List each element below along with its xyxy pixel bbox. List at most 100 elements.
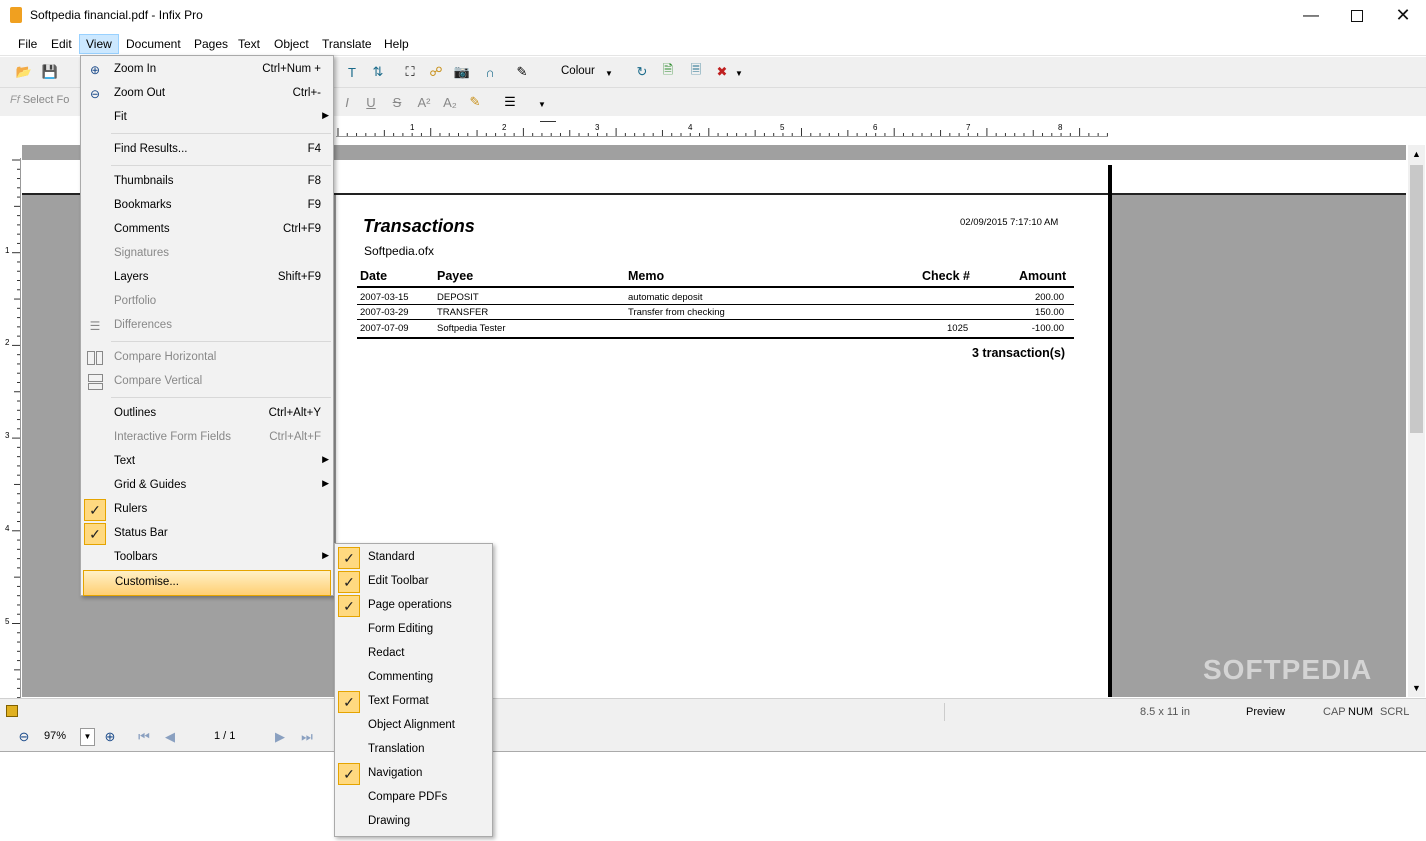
view-mode: Preview	[1246, 706, 1286, 718]
menu-label: Page operations	[368, 599, 452, 611]
scrollbar-thumb[interactable]	[1410, 165, 1423, 433]
menu-text[interactable]: Text	[232, 35, 266, 53]
menu-view[interactable]: View	[79, 34, 119, 54]
toolbar-object-alignment[interactable]: Object Alignment	[335, 714, 492, 738]
magnet-icon[interactable]: ∩	[480, 62, 500, 82]
menu-outlines[interactable]: Outlines Ctrl+Alt+Y	[81, 402, 333, 426]
cell-amount: -100.00	[1031, 323, 1064, 334]
ruler-label: 1	[5, 246, 10, 255]
colour-dropdown-icon[interactable]: ▼	[605, 69, 613, 78]
strikethrough-icon[interactable]: S	[387, 92, 407, 112]
menu-toolbars[interactable]: Toolbars ▶	[81, 546, 333, 570]
toolbar-redact[interactable]: Redact	[335, 642, 492, 666]
first-page-icon[interactable]: ⏮	[134, 727, 154, 747]
refresh-page-icon[interactable]: ↻	[632, 62, 652, 82]
menu-customise[interactable]: Customise...	[83, 570, 331, 596]
menu-compare-horizontal: Compare Horizontal	[81, 346, 333, 370]
previous-page-icon[interactable]: ◀	[160, 727, 180, 747]
menu-grid-guides[interactable]: Grid & Guides ▶	[81, 474, 333, 498]
menu-document[interactable]: Document	[120, 35, 187, 53]
menu-separator	[111, 165, 331, 166]
toolbar-edit[interactable]: ✓ Edit Toolbar	[335, 570, 492, 594]
scroll-up-icon[interactable]: ▲	[1412, 149, 1421, 159]
toolbar-drawing[interactable]: Drawing	[335, 810, 492, 834]
menu-status-bar[interactable]: ✓ Status Bar	[81, 522, 333, 546]
crop-icon[interactable]: ⛶	[400, 62, 420, 82]
more-dropdown-icon[interactable]: ▼	[735, 69, 743, 78]
delete-page-icon[interactable]: ✖	[712, 62, 732, 82]
maximize-button[interactable]	[1334, 0, 1380, 31]
line-style-icon[interactable]: ☰	[500, 92, 520, 112]
zoom-out-icon[interactable]: ⊖	[14, 727, 34, 747]
col-date: Date	[360, 269, 388, 283]
menu-fit[interactable]: Fit ▶	[81, 106, 333, 130]
close-button[interactable]: ✕	[1380, 0, 1426, 31]
menu-file[interactable]: File	[12, 35, 43, 53]
col-check: Check #	[922, 269, 970, 283]
menu-comments[interactable]: Comments Ctrl+F9	[81, 218, 333, 242]
toolbar-navigation[interactable]: ✓ Navigation	[335, 762, 492, 786]
superscript-icon[interactable]: A²	[414, 92, 434, 112]
text-flow-icon[interactable]: ⇅	[368, 62, 388, 82]
caps-indicator: CAP	[1323, 706, 1346, 718]
page-shadow	[1108, 165, 1112, 697]
menu-layers[interactable]: Layers Shift+F9	[81, 266, 333, 290]
insert-page-icon[interactable]: 🗎	[658, 62, 678, 82]
last-page-icon[interactable]: ⏭	[297, 727, 317, 747]
checkmark-icon: ✓	[338, 547, 360, 569]
link-icon[interactable]: ☍	[426, 62, 446, 82]
text-tool-icon[interactable]: T	[342, 62, 362, 82]
watermark: SOFTPEDIA	[1203, 654, 1373, 685]
menu-label: Text	[114, 455, 136, 467]
cell-payee: Softpedia Tester	[437, 323, 506, 334]
vertical-scrollbar[interactable]: ▲ ▼	[1408, 145, 1425, 697]
status-divider	[944, 703, 945, 721]
menu-bookmarks[interactable]: Bookmarks F9	[81, 194, 333, 218]
ruler-label: 5	[5, 617, 10, 626]
menu-translate[interactable]: Translate	[316, 35, 378, 53]
subscript-icon[interactable]: A₂	[440, 92, 460, 112]
menu-rulers[interactable]: ✓ Rulers	[81, 498, 333, 522]
font-select[interactable]: Ff Select Fo	[10, 94, 80, 110]
zoom-in-icon[interactable]: ⊕	[100, 727, 120, 747]
menu-object[interactable]: Object	[268, 35, 315, 53]
line-style-dropdown-icon[interactable]: ▼	[538, 100, 546, 109]
highlight-icon[interactable]: ✎	[465, 92, 485, 112]
italic-icon[interactable]: I	[337, 92, 357, 112]
minimize-button[interactable]: —	[1288, 0, 1334, 31]
cell-memo: automatic deposit	[628, 292, 703, 303]
menu-pages[interactable]: Pages	[188, 35, 234, 53]
menu-zoom-in[interactable]: ⊕ Zoom In Ctrl+Num +	[81, 58, 333, 82]
underline-icon[interactable]: U	[361, 92, 381, 112]
cell-check: 1025	[947, 323, 969, 334]
scroll-down-icon[interactable]: ▼	[1412, 683, 1421, 693]
zoom-dropdown-icon[interactable]: ▼	[80, 728, 95, 746]
zoom-level[interactable]: 97%	[44, 730, 66, 742]
menu-help[interactable]: Help	[378, 35, 415, 53]
menu-zoom-out[interactable]: ⊖ Zoom Out Ctrl+-	[81, 82, 333, 106]
menu-text-sub[interactable]: Text ▶	[81, 450, 333, 474]
menu-edit[interactable]: Edit	[45, 35, 78, 53]
menu-label: Zoom In	[114, 63, 157, 75]
ruler-label: 6	[873, 123, 878, 132]
menu-find-results[interactable]: Find Results... F4	[81, 138, 333, 162]
toolbar-commenting[interactable]: Commenting	[335, 666, 492, 690]
page-indicator[interactable]: 1 / 1	[214, 730, 235, 742]
eyedropper-icon[interactable]: ✎	[512, 62, 532, 82]
open-icon[interactable]: 📂	[14, 62, 34, 82]
toolbar-standard[interactable]: ✓ Standard	[335, 546, 492, 570]
next-page-icon[interactable]: ▶	[270, 727, 290, 747]
toolbar-page-operations[interactable]: ✓ Page operations	[335, 594, 492, 618]
colour-label[interactable]: Colour	[561, 65, 595, 77]
menu-label: Redact	[368, 647, 405, 659]
toolbar-text-format[interactable]: ✓ Text Format	[335, 690, 492, 714]
toolbar-translation[interactable]: Translation	[335, 738, 492, 762]
extract-page-icon[interactable]: 🗏	[686, 62, 706, 82]
toolbar-form-editing[interactable]: Form Editing	[335, 618, 492, 642]
menu-thumbnails[interactable]: Thumbnails F8	[81, 170, 333, 194]
save-icon[interactable]: 💾	[40, 62, 60, 82]
toolbar-compare-pdfs[interactable]: Compare PDFs	[335, 786, 492, 810]
zoom-in-icon: ⊕	[89, 63, 101, 77]
camera-icon[interactable]: 📷	[452, 62, 472, 82]
menu-shortcut: Ctrl+Alt+F	[269, 431, 321, 443]
